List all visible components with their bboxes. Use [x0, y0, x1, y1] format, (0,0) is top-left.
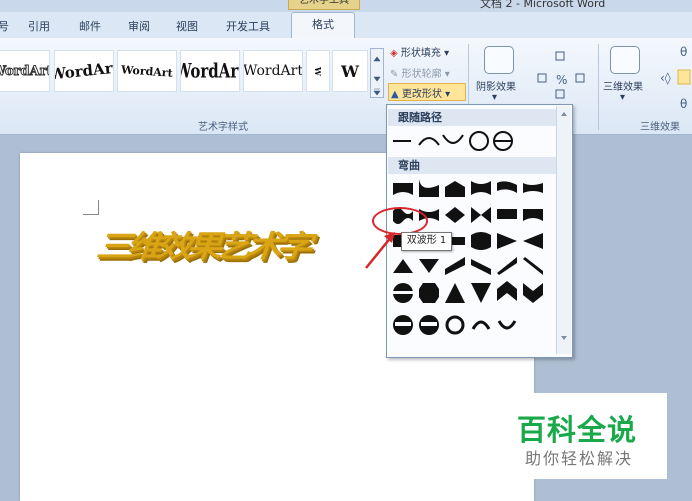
chevron-down-icon: ▾	[492, 92, 498, 103]
shape-deflate-inflate-deflate[interactable]	[471, 232, 491, 250]
shape-triangle-up-warp[interactable]	[393, 183, 413, 195]
shape-chevron-up[interactable]	[497, 281, 517, 301]
scroll-arrows-icon	[561, 112, 567, 340]
shape-cascade-down[interactable]	[523, 257, 543, 275]
tab-review[interactable]: 审阅	[128, 18, 150, 34]
tab-format-label: 格式	[312, 18, 334, 31]
watermark-subtitle: 助你轻松解决	[525, 449, 634, 468]
ribbon-separator	[598, 44, 599, 130]
tab-developer[interactable]: 开发工具	[226, 18, 270, 34]
pencil-icon: ✎	[390, 69, 399, 80]
threed-effects-button[interactable]: 三维效果	[603, 78, 643, 93]
document-title: 文档 2 - Microsoft Word	[480, 0, 606, 10]
tilt-controls-icons[interactable]: θ ‹◊ θ	[658, 44, 692, 114]
wordart-style-3[interactable]: WordArt	[117, 50, 177, 92]
ribbon: WordArt WordArt WordArt WordArt WordArt …	[0, 38, 692, 135]
tab-format[interactable]: 格式	[291, 12, 355, 39]
svg-text:%: %	[556, 73, 567, 87]
shape-arch-small-up[interactable]	[471, 320, 491, 330]
tab-references[interactable]: 引用	[28, 18, 50, 34]
shadow-effects-icon	[484, 46, 514, 74]
shape-inflate-bottom[interactable]	[497, 209, 517, 219]
shape-cascade-up[interactable]	[497, 257, 517, 275]
shape-arch-up-warp[interactable]	[445, 181, 465, 197]
shape-slant-down[interactable]	[471, 259, 491, 275]
wordart-tools-header: 艺术字工具	[288, 0, 360, 10]
tab-mailings[interactable]: 邮件	[79, 18, 101, 34]
tab-partial[interactable]: 号	[0, 18, 9, 34]
svg-text:θ: θ	[680, 97, 687, 111]
follow-path-shapes	[393, 131, 513, 151]
svg-text:θ: θ	[680, 45, 687, 59]
gallery-scroll-buttons[interactable]	[370, 48, 384, 98]
shape-icon: ▲	[391, 89, 399, 100]
shape-button-pour-2[interactable]	[419, 315, 439, 335]
warp-shapes-grid	[393, 179, 543, 335]
wordart-style-4[interactable]: WordArt	[180, 50, 240, 92]
watermark-title: 百科全说	[517, 413, 638, 447]
shape-wave-2[interactable]	[523, 183, 543, 193]
nudge-shadow-icons[interactable]: %	[534, 46, 594, 100]
shape-fill-button[interactable]: ◈ 形状填充 ▾	[390, 44, 449, 59]
shape-fade-right[interactable]	[497, 233, 517, 249]
shape-arch-down-warp[interactable]	[471, 181, 491, 195]
wordart-style-6[interactable]: W	[306, 50, 330, 92]
svg-text:‹◊: ‹◊	[660, 71, 671, 85]
shape-outline-button[interactable]: ✎ 形状轮廓 ▾	[390, 65, 450, 80]
shape-fade-down[interactable]	[419, 259, 439, 273]
shape-chevron-down[interactable]	[523, 283, 543, 303]
section-warp: 弯曲	[388, 157, 558, 174]
wordart-styles-group-label: 艺术字样式	[198, 122, 248, 133]
shape-ring[interactable]	[445, 315, 465, 335]
red-arrow-annotation	[365, 232, 395, 269]
wordart-style-2[interactable]: WordArt	[54, 50, 114, 92]
shape-circle-cut[interactable]	[393, 283, 413, 303]
shape-slant-up[interactable]	[445, 257, 465, 275]
change-shape-button[interactable]: ▲ 更改形状 ▾	[388, 83, 466, 101]
wordart-style-7[interactable]: W	[332, 50, 368, 92]
shape-tooltip: 双波形 1	[401, 232, 452, 251]
shape-fade-left[interactable]	[523, 233, 543, 249]
dropdown-scrollbar[interactable]	[556, 106, 571, 354]
shape-triangle-up[interactable]	[445, 283, 465, 303]
wordart-object[interactable]: 三维效果艺术字	[92, 222, 318, 266]
chevron-down-icon: ▾	[620, 92, 626, 103]
shape-circle[interactable]	[469, 131, 489, 151]
wordart-style-1[interactable]: WordArt	[0, 50, 50, 92]
shape-arch-up[interactable]	[418, 137, 440, 146]
shape-button[interactable]	[493, 131, 513, 151]
paint-bucket-icon: ◈	[390, 48, 398, 59]
threed-effects-group-label: 三维效果	[640, 122, 680, 133]
tab-view[interactable]: 视图	[176, 18, 198, 34]
shape-button-pour[interactable]	[393, 315, 413, 335]
shape-inflate[interactable]	[445, 207, 465, 223]
shadow-effects-button[interactable]: 阴影效果	[476, 78, 516, 93]
shape-arch-down[interactable]	[442, 134, 464, 144]
shape-arch-small-down[interactable]	[497, 320, 517, 330]
shape-wave-1[interactable]	[497, 181, 517, 193]
watermark-logo: 百科全说 助你轻松解决	[505, 393, 667, 479]
gallery-arrows-icon	[373, 56, 381, 96]
shape-deflate-bottom[interactable]	[523, 209, 543, 221]
margin-corner-mark	[83, 200, 99, 215]
section-follow-path: 跟随路径	[388, 109, 558, 126]
threed-effects-icon	[610, 46, 640, 74]
shape-deflate[interactable]	[471, 207, 491, 223]
shape-triangle-down[interactable]	[471, 283, 491, 303]
wordart-style-5[interactable]: WordArt	[243, 50, 303, 92]
shape-octagon[interactable]	[419, 283, 439, 303]
shape-curve-up[interactable]	[419, 179, 439, 197]
